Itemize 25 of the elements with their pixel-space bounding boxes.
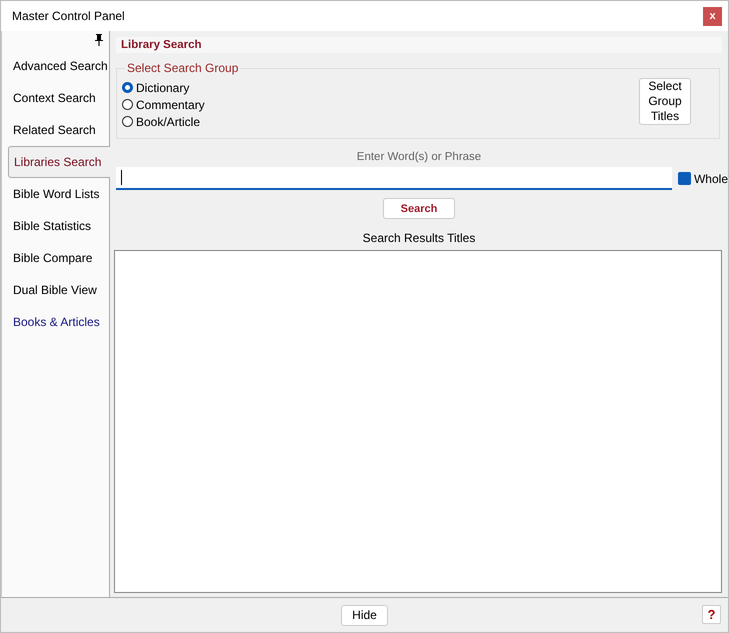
sidebar-tab[interactable]: Books & Articles (2, 306, 109, 338)
query-label: Enter Word(s) or Phrase (356, 151, 482, 163)
query-field[interactable] (116, 167, 672, 190)
pin-icon[interactable] (94, 34, 104, 46)
sidebar-tab[interactable]: Bible Compare (2, 242, 109, 274)
sidebar-tab[interactable]: Context Search (2, 82, 109, 114)
radio-option[interactable]: Book/Article (122, 113, 205, 130)
radio-option[interactable]: Dictionary (122, 79, 205, 96)
window-title: Master Control Panel (12, 9, 125, 23)
sidebar-tab[interactable]: Advanced Search (2, 50, 109, 82)
select-group-titles-button[interactable]: Select Group Titles (639, 78, 691, 125)
close-button[interactable]: x (703, 6, 722, 26)
radio-option[interactable]: Commentary (122, 96, 205, 113)
help-button[interactable]: ? (702, 605, 721, 624)
sidebar-tab[interactable]: Related Search (2, 114, 109, 146)
group-legend: Select Search Group (125, 61, 240, 75)
panel-title: Library Search (116, 37, 722, 53)
results-label: Search Results Titles (362, 231, 476, 245)
whole-checkbox[interactable]: Whole (678, 172, 728, 186)
sidebar-tab[interactable]: Dual Bible View (2, 274, 109, 306)
sidebar-tab[interactable]: Bible Statistics (2, 210, 109, 242)
sidebar-tab[interactable]: Bible Word Lists (2, 178, 109, 210)
search-button[interactable]: Search (383, 198, 455, 219)
hide-button[interactable]: Hide (341, 604, 388, 626)
sidebar-tab[interactable]: Libraries Search (8, 146, 110, 178)
